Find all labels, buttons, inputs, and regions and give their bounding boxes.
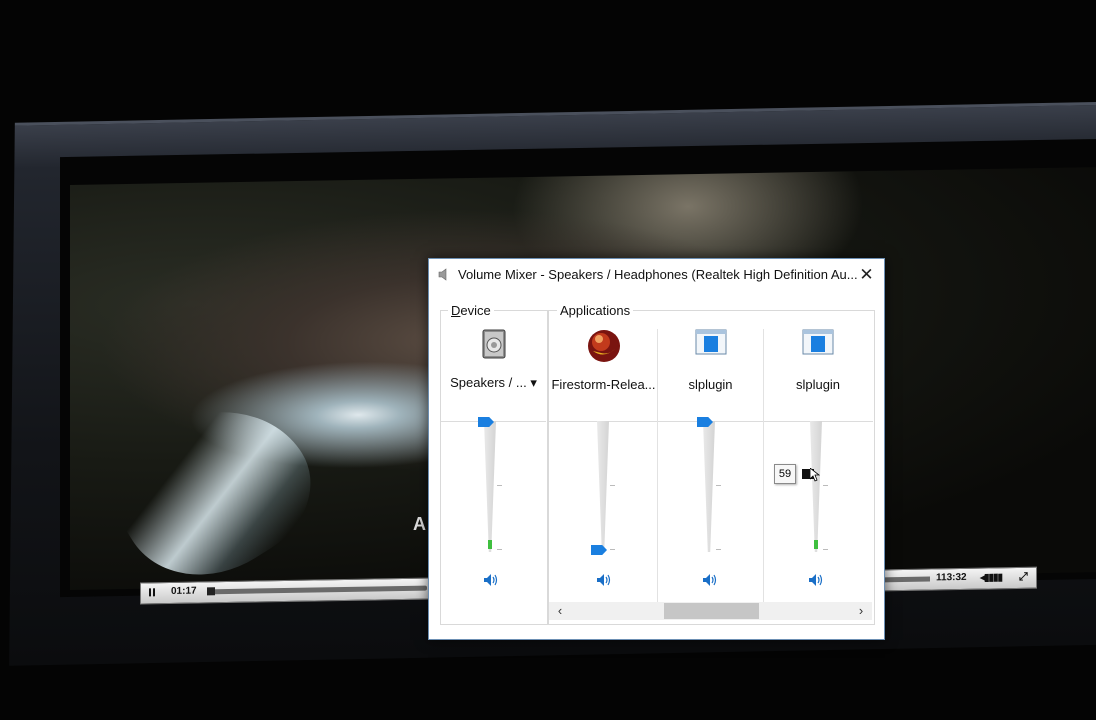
app-volume-slider[interactable] bbox=[591, 421, 615, 555]
slider-tick bbox=[716, 485, 721, 486]
speaker-volume-icon bbox=[597, 574, 611, 586]
slider-tick bbox=[610, 549, 615, 550]
app-name: slplugin bbox=[688, 377, 733, 392]
device-group-label: Device bbox=[448, 303, 494, 318]
peak-level-meter bbox=[814, 540, 818, 549]
speaker-volume-icon bbox=[484, 574, 498, 586]
volume-tooltip: 59 bbox=[774, 464, 796, 484]
device-volume-slider[interactable] bbox=[478, 417, 502, 555]
slider-tick bbox=[716, 549, 721, 550]
window-title: Volume Mixer - Speakers / Headphones (Re… bbox=[458, 267, 858, 282]
player-volume-icon[interactable]: ◂▮▮▮▮ bbox=[980, 572, 1002, 583]
app-volume-slider[interactable] bbox=[697, 417, 721, 555]
device-mute-button[interactable] bbox=[483, 573, 499, 590]
player-controls-right: 113:32 ◂▮▮▮▮ ⤢ bbox=[883, 566, 1037, 592]
slider-tick bbox=[497, 549, 502, 550]
close-button[interactable]: ✕ bbox=[850, 260, 883, 290]
speaker-volume-icon bbox=[809, 574, 823, 586]
app-volume-slider[interactable] bbox=[802, 421, 828, 555]
volume-mixer-window: Volume Mixer - Speakers / Headphones (Re… bbox=[428, 258, 885, 640]
speaker-device-icon bbox=[482, 329, 505, 359]
total-time: 113:32 bbox=[936, 571, 967, 584]
firestorm-app-icon bbox=[587, 330, 620, 362]
mouse-cursor-icon bbox=[810, 468, 820, 482]
slider-tick bbox=[497, 485, 502, 486]
close-icon: ✕ bbox=[859, 265, 874, 284]
app-mute-button[interactable] bbox=[808, 573, 824, 590]
scroll-right-icon[interactable]: › bbox=[852, 602, 870, 620]
window-app-icon bbox=[695, 329, 726, 355]
pause-icon[interactable] bbox=[149, 588, 155, 597]
chevron-down-icon: ▾ bbox=[530, 375, 537, 390]
peak-level-meter bbox=[488, 540, 492, 549]
horizontal-scrollbar[interactable]: ‹ › bbox=[549, 602, 872, 620]
seek-track[interactable] bbox=[207, 585, 427, 595]
app-mute-button[interactable] bbox=[702, 573, 718, 590]
current-time: 01:17 bbox=[171, 585, 197, 598]
device-dropdown[interactable]: Speakers / ... ▾ bbox=[441, 375, 546, 391]
slider-tick bbox=[610, 485, 615, 486]
scrollbar-thumb[interactable] bbox=[664, 603, 759, 619]
slider-rail bbox=[597, 421, 609, 552]
title-bar[interactable]: Volume Mixer - Speakers / Headphones (Re… bbox=[429, 259, 884, 291]
slider-rail bbox=[703, 421, 715, 552]
video-subtitle: A bbox=[413, 514, 426, 534]
speaker-icon bbox=[438, 268, 447, 281]
device-name: Speakers / ... bbox=[450, 375, 527, 390]
app-name: Firestorm-Relea... bbox=[551, 377, 656, 392]
slider-thumb[interactable] bbox=[591, 545, 607, 555]
app-mute-button[interactable] bbox=[596, 573, 612, 590]
seek-track-end[interactable] bbox=[884, 576, 930, 583]
app-name: slplugin bbox=[795, 377, 841, 392]
fullscreen-icon[interactable]: ⤢ bbox=[1019, 571, 1028, 584]
scroll-left-icon[interactable]: ‹ bbox=[551, 602, 569, 620]
window-app-icon bbox=[802, 329, 834, 355]
speaker-volume-icon bbox=[703, 574, 717, 586]
slider-tick bbox=[823, 549, 828, 550]
slider-rail bbox=[484, 421, 496, 552]
slider-tick bbox=[823, 485, 828, 486]
slider-rail bbox=[810, 421, 822, 552]
applications-group-label: Applications bbox=[557, 303, 634, 318]
seek-knob[interactable] bbox=[207, 587, 215, 596]
